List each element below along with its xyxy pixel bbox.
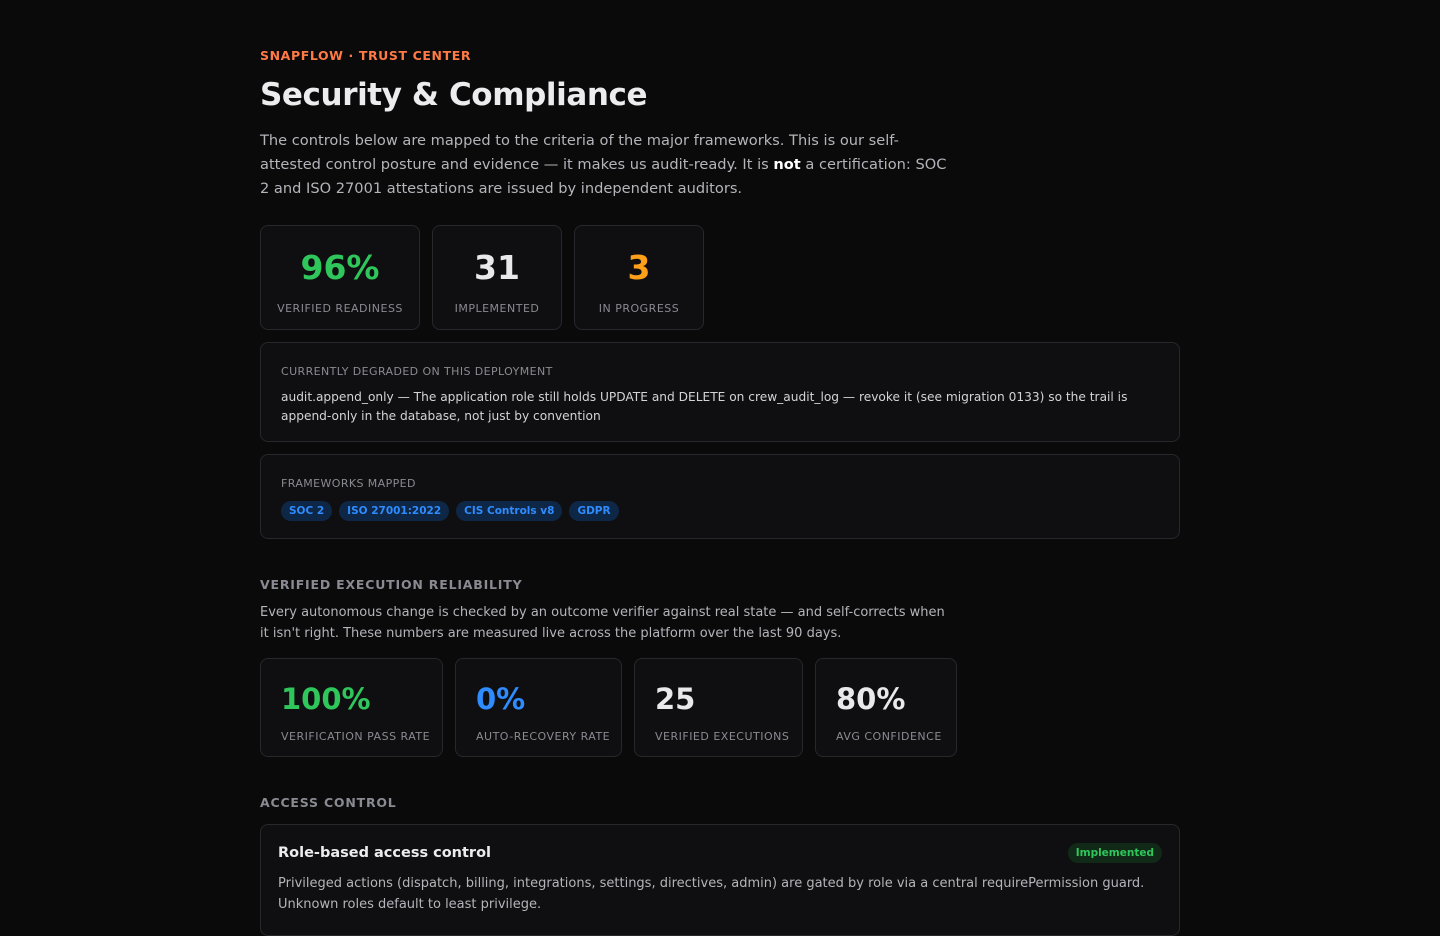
stat-label: IN PROGRESS (598, 302, 680, 315)
access-control-heading: ACCESS CONTROL (260, 795, 397, 810)
metric-value: 100% (281, 682, 371, 716)
status-badge: Implemented (1067, 843, 1162, 863)
metric-label: AVG CONFIDENCE (836, 730, 942, 743)
reliability-description: Every autonomous change is checked by an… (260, 605, 945, 641)
metric-value: 25 (655, 682, 696, 716)
degraded-panel: CURRENTLY DEGRADED ON THIS DEPLOYMENT au… (260, 342, 1180, 442)
reliability-metrics: 100% VERIFICATION PASS RATE 0% AUTO-RECO… (260, 658, 1180, 757)
frameworks-caption: FRAMEWORKS MAPPED (281, 477, 416, 490)
stat-label: IMPLEMENTED (454, 302, 540, 315)
framework-chip-gdpr: GDPR (569, 501, 619, 521)
intro-emphasis: not (773, 156, 801, 173)
stat-label: VERIFIED READINESS (277, 302, 403, 315)
framework-chip-list: SOC 2 ISO 27001:2022 CIS Controls v8 GDP… (281, 501, 1159, 521)
framework-chip-soc2: SOC 2 (281, 501, 333, 521)
metric-value: 80% (836, 682, 906, 716)
reliability-heading: VERIFIED EXECUTION RELIABILITY (260, 577, 523, 592)
degraded-caption: CURRENTLY DEGRADED ON THIS DEPLOYMENT (281, 365, 553, 378)
metric-card-avg-confidence: 80% AVG CONFIDENCE (815, 658, 957, 757)
stat-value: 31 (474, 248, 520, 287)
trust-center-page: SNAPFLOW · TRUST CENTER Security & Compl… (260, 48, 1180, 936)
stat-value: 96% (300, 248, 380, 287)
stat-card-implemented: 31 IMPLEMENTED (432, 225, 562, 330)
stat-card-verified-readiness: 96% VERIFIED READINESS (260, 225, 420, 330)
intro-paragraph: The controls below are mapped to the cri… (260, 129, 950, 201)
page-title: Security & Compliance (260, 77, 648, 113)
control-header: Role-based access control Implemented (278, 843, 1162, 863)
page-eyebrow: SNAPFLOW · TRUST CENTER (260, 48, 472, 63)
framework-chip-cis: CIS Controls v8 (456, 501, 563, 521)
metric-card-verified-executions: 25 VERIFIED EXECUTIONS (634, 658, 803, 757)
framework-chip-iso27001: ISO 27001:2022 (339, 501, 450, 521)
control-card-rbac: Role-based access control Implemented Pr… (260, 824, 1180, 936)
control-description: Privileged actions (dispatch, billing, i… (278, 876, 1145, 912)
degraded-message: audit.append_only — The application role… (281, 390, 1128, 423)
metric-value: 0% (476, 682, 526, 716)
metric-label: AUTO-RECOVERY RATE (476, 730, 611, 743)
readiness-stats: 96% VERIFIED READINESS 31 IMPLEMENTED 3 … (260, 225, 1180, 330)
metric-card-verification-pass-rate: 100% VERIFICATION PASS RATE (260, 658, 443, 757)
metric-card-auto-recovery-rate: 0% AUTO-RECOVERY RATE (455, 658, 622, 757)
stat-card-in-progress: 3 IN PROGRESS (574, 225, 704, 330)
stat-value: 3 (627, 248, 651, 287)
metric-label: VERIFIED EXECUTIONS (655, 730, 790, 743)
metric-label: VERIFICATION PASS RATE (281, 730, 431, 743)
frameworks-panel: FRAMEWORKS MAPPED SOC 2 ISO 27001:2022 C… (260, 454, 1180, 539)
control-name: Role-based access control (278, 845, 492, 861)
